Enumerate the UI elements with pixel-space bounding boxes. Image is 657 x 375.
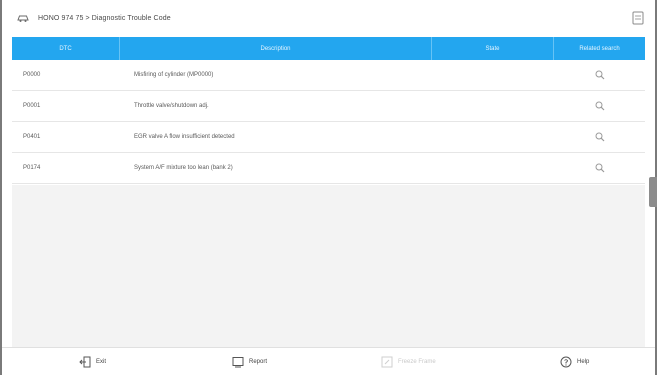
top-bar: HONO 974 75 > Diagnostic Trouble Code: [2, 0, 655, 36]
column-header-related-search: Related search: [579, 45, 620, 52]
report-label: Report: [249, 359, 268, 365]
search-icon[interactable]: [593, 68, 607, 82]
report-icon: [231, 355, 245, 369]
help-label: Help: [577, 359, 590, 365]
bottom-toolbar: Exit Report Freeze Frame Help: [2, 347, 655, 375]
help-icon: [559, 355, 573, 369]
car-logo-icon[interactable]: [16, 11, 30, 25]
search-icon[interactable]: [593, 130, 607, 144]
related-search-cell: [554, 91, 645, 122]
column-header-state: State: [432, 37, 554, 60]
related-search-cell: [554, 122, 645, 153]
help-button[interactable]: Help: [559, 348, 589, 375]
dtc-state: [432, 153, 554, 184]
table-header: DTC Description State Related search: [12, 37, 645, 60]
freeze-frame-label: Freeze Frame: [398, 359, 436, 365]
dtc-code: P0401: [23, 134, 41, 140]
table-body: P0000 Misfiring of cylinder (MP0000) P00…: [12, 60, 645, 184]
empty-list-area: [12, 185, 645, 347]
dtc-description: Throttle valve/shutdown adj.: [134, 103, 209, 109]
dtc-code: P0174: [23, 165, 41, 171]
exit-button[interactable]: Exit: [78, 348, 106, 375]
column-header-description: Description: [120, 37, 432, 60]
dtc-code: P0000: [23, 72, 41, 78]
dtc-state: [432, 60, 554, 91]
table-row[interactable]: P0001 Throttle valve/shutdown adj.: [12, 91, 645, 122]
breadcrumb: HONO 974 75 > Diagnostic Trouble Code: [38, 14, 171, 22]
table-row[interactable]: P0401 EGR valve A flow insufficient dete…: [12, 122, 645, 153]
freeze-frame-icon: [380, 355, 394, 369]
search-icon[interactable]: [593, 161, 607, 175]
search-icon[interactable]: [593, 99, 607, 113]
dtc-state: [432, 122, 554, 153]
table-row[interactable]: P0174 System A/F mixture too lean (bank …: [12, 153, 645, 184]
app-window: HONO 974 75 > Diagnostic Trouble Code DT…: [0, 0, 657, 375]
dtc-description: System A/F mixture too lean (bank 2): [134, 165, 233, 171]
freeze-frame-button[interactable]: Freeze Frame: [380, 348, 436, 375]
table-row[interactable]: P0000 Misfiring of cylinder (MP0000): [12, 60, 645, 91]
document-icon[interactable]: [631, 10, 645, 26]
dtc-description: Misfiring of cylinder (MP0000): [134, 72, 214, 78]
exit-icon: [78, 355, 92, 369]
report-button[interactable]: Report: [231, 348, 267, 375]
dtc-state: [432, 91, 554, 122]
related-search-cell: [554, 60, 645, 91]
exit-label: Exit: [96, 359, 107, 365]
dtc-description: EGR valve A flow insufficient detected: [134, 134, 235, 140]
dtc-code: P0001: [23, 103, 41, 109]
column-header-dtc: DTC: [12, 37, 120, 60]
side-panel-handle[interactable]: [649, 177, 657, 207]
related-search-cell: [554, 153, 645, 184]
